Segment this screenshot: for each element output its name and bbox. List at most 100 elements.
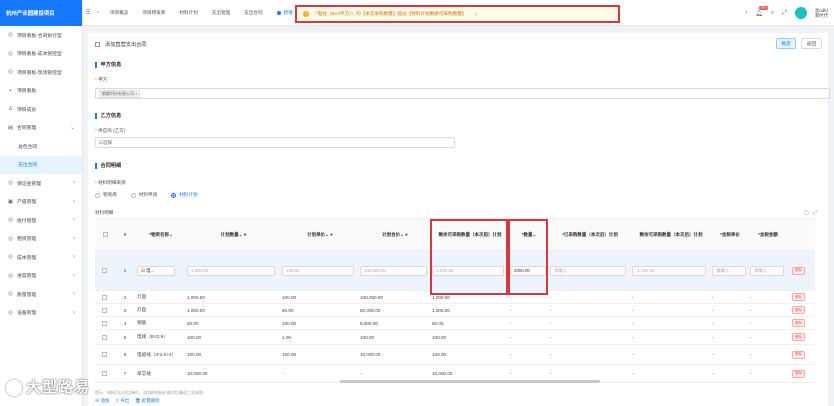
sidebar-item[interactable]: ◎ 收付管理 › (0, 211, 82, 230)
fullscreen-icon[interactable]: ⤢ (782, 10, 787, 17)
section-bar (95, 162, 97, 169)
row-name: 电线（BV2.5） (137, 334, 168, 339)
row-purchased-cell: 请输入 (548, 251, 630, 290)
header-index: # (123, 231, 127, 237)
delete-button[interactable]: 删除 (792, 369, 806, 378)
remain-after-input[interactable]: -1,000.00 (632, 265, 707, 276)
sidebar-item[interactable]: ◎ 质量管理 › (0, 285, 82, 304)
sidebar-item[interactable]: ◎ 设备管理 › (0, 304, 82, 323)
tab-material-lib[interactable]: 项目物资库 (135, 10, 172, 16)
sidebar-item[interactable]: ▣ 产值管理 › (0, 193, 82, 212)
bell-icon[interactable]: 🔔︎ 99+ (755, 5, 769, 17)
sidebar: 杭州产业园建设项目 ◎ 项目看板-合同执行型 ◎ 项目看板-成本管控型 ◎ 项目看板-现场… (0, 0, 83, 406)
sidebar-item[interactable]: ▤ 合同管理 ⌄ (0, 119, 82, 138)
row-checkbox[interactable] (100, 330, 113, 344)
delete-button[interactable]: 删除 (792, 333, 806, 341)
party-a-select[interactable]: 都都科技有限公司 × (95, 88, 830, 99)
sidebar-item[interactable]: ◎ 成本管理 › (0, 248, 82, 267)
menu-icon: ▪ (9, 87, 12, 94)
tab-expense-contract[interactable]: 支出合同 (237, 10, 269, 16)
row-checkbox[interactable] (100, 365, 113, 382)
row-plan-total: 10,000.00 (360, 352, 381, 357)
radio-material-lib[interactable]: 物资库 (95, 192, 117, 198)
row-checkbox[interactable] (100, 251, 113, 290)
delete-button[interactable]: 删除 (792, 293, 806, 301)
sidebar-item[interactable]: ◎ 项目看板-现场管控型 (0, 63, 82, 82)
sidebar-item[interactable]: ◎ 项目看板-合同执行型 (0, 26, 82, 45)
menu-icon: ◎ (8, 272, 13, 279)
watermark: 大型路易 (6, 376, 90, 397)
main-card: 添加直营支出合同 确定 返回 甲方信息 * 甲方 都都科技有限公司 × 乙方信息… (88, 33, 830, 406)
horizontal-scrollbar[interactable] (340, 380, 600, 383)
row-remain: 1,000.00 (432, 307, 450, 313)
tab-expense-mgmt[interactable]: 支出管理 (205, 10, 237, 16)
sidebar-item[interactable]: ♙ 项目成员 (0, 100, 82, 119)
row-tax-amount: - (750, 294, 752, 300)
delete-button[interactable]: 删除 (792, 350, 806, 359)
radio-material-plan[interactable]: 材料计划 (171, 192, 198, 198)
row-tax-amount-cell: 请输入 (748, 251, 786, 290)
header-name-text: *物资名称 (149, 231, 169, 237)
supplier-select[interactable]: ☑ 选择 (95, 137, 455, 148)
tab-material-plan[interactable]: 材料计划 (172, 10, 204, 16)
close-icon[interactable]: × (474, 12, 477, 17)
confirm-button[interactable]: 确定 (776, 38, 796, 49)
add-button[interactable]: ⊕ 添加 (95, 398, 109, 404)
sidebar-item[interactable]: ◎ 项目看板-成本管控型 (0, 45, 82, 64)
sidebar-item[interactable]: 支出合同 (0, 155, 82, 174)
sidebar-item[interactable]: ▪ 项目看板 (0, 82, 82, 101)
tabs-next-icon[interactable]: › (745, 10, 747, 16)
delete-button[interactable]: 删除 (792, 306, 806, 314)
plan-qty-input[interactable]: 1,000.00 (187, 265, 276, 276)
export-button[interactable]: ⇪ 导出 (115, 398, 129, 404)
row-qty: - (510, 320, 512, 326)
party-b-section: 乙方信息 (95, 112, 121, 119)
row-checkbox[interactable] (100, 291, 113, 303)
column-settings-icon[interactable]: ▢ (804, 210, 809, 216)
search-icon[interactable]: ⌕ (771, 10, 774, 17)
sidebar-item-label: 项目看板-合同执行型 (17, 33, 62, 39)
row-purchased: - (550, 294, 552, 300)
tab-new-label: 新增 (283, 9, 293, 15)
party-a-section: 甲方信息 (95, 61, 121, 68)
tax-amount-input[interactable]: 请输入 (750, 265, 785, 276)
watermark-logo-icon (6, 380, 22, 397)
sidebar-item[interactable]: ◎ 保证金管理 › (0, 174, 82, 193)
sidebar-item[interactable]: ◎ 物资管理 › (0, 230, 82, 249)
menu-icon: ◎ (8, 254, 13, 261)
row-checkbox[interactable] (100, 304, 113, 316)
avatar[interactable] (795, 7, 808, 19)
sidebar-item[interactable]: 总包合同 (0, 137, 82, 156)
delete-button[interactable]: 删除 (792, 319, 806, 327)
menu-toggle-icon[interactable]: ☰ (83, 9, 93, 16)
batch-delete-button[interactable]: 🗑︎ 批量删除 (135, 398, 159, 404)
material-name-select[interactable]: ☑ 电... (137, 265, 175, 276)
delete-button[interactable]: 删除 (792, 266, 806, 275)
header-plan-qty: 计划数量 ⌄ ● (220, 231, 247, 237)
header-remain-after: 剩余可采购数量（本次后）计划 (630, 219, 710, 250)
radio-material-request[interactable]: 材料申请 (130, 192, 157, 198)
row-tax-price-cell: 请输入 (710, 251, 748, 290)
row-checkbox[interactable] (100, 317, 113, 329)
tab-overview[interactable]: 项目概览 (103, 10, 135, 16)
party-a-tag: 都都科技有限公司 × (99, 89, 141, 98)
expand-icon[interactable]: ⤢ (813, 210, 817, 216)
source-label: * 材料明细来源 (95, 180, 126, 185)
sidebar-item[interactable]: ◎ 进度管理 › (0, 267, 82, 286)
plan-price-input[interactable]: 100.00 (282, 265, 355, 276)
row-purchased: - (550, 334, 552, 340)
row-remain-after: - (632, 307, 634, 313)
tax-price-input[interactable]: 请输入 (712, 265, 747, 276)
back-button[interactable]: 返回 (801, 38, 822, 49)
sidebar-item-label: 物资管理 (17, 237, 37, 243)
row-index: 2 (123, 294, 127, 300)
purchased-input[interactable]: 请输入 (550, 265, 626, 276)
user-info[interactable]: 加odfd 新时代 (815, 8, 828, 18)
row-plan-total: 100,000.00 (360, 294, 383, 300)
row-checkbox[interactable] (100, 345, 113, 364)
row-action: 删除 (790, 345, 815, 364)
header-select-all[interactable] (95, 219, 113, 250)
plan-total-input[interactable]: 100,000.00 (360, 265, 427, 276)
tabs-prev-icon[interactable]: ‹ (93, 10, 103, 16)
row-tax-amount: - (750, 307, 752, 313)
